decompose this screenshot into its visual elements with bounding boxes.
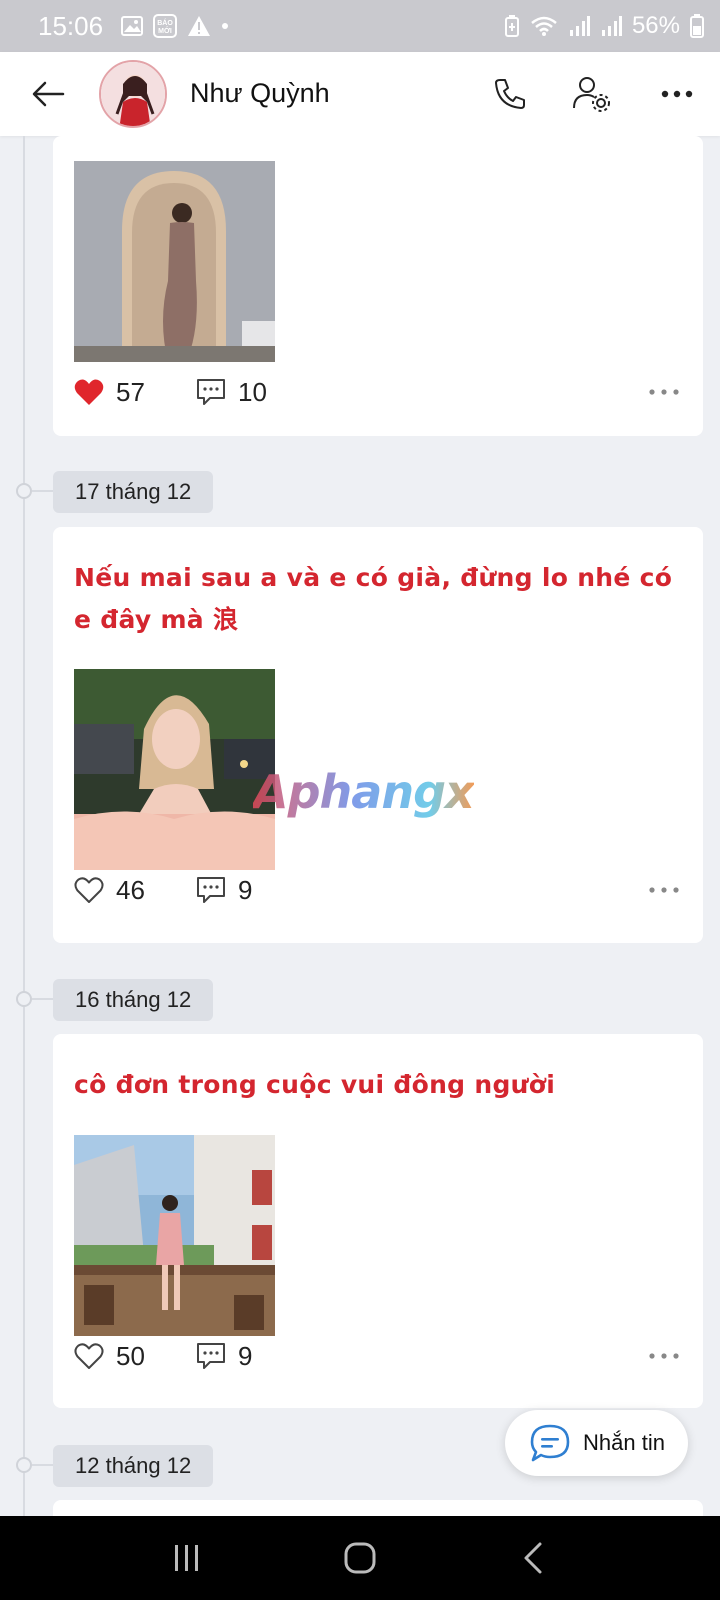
timeline-connector xyxy=(32,1464,54,1466)
post-more-button[interactable] xyxy=(644,377,684,407)
home-icon xyxy=(344,1542,376,1574)
post-actions: 57 10 xyxy=(74,372,684,412)
signal-icon-2 xyxy=(600,15,622,37)
timeline-line xyxy=(23,136,25,1516)
timeline-connector xyxy=(32,490,54,492)
like-button[interactable]: 57 xyxy=(74,377,196,408)
post-card-partial xyxy=(53,1500,703,1516)
comment-button[interactable]: 10 xyxy=(196,377,267,408)
call-button[interactable] xyxy=(488,72,532,116)
comment-button[interactable]: 9 xyxy=(196,875,252,906)
back-arrow-icon xyxy=(32,81,65,107)
more-horizontal-icon xyxy=(649,887,679,893)
watermark: Aphangx xyxy=(253,765,475,819)
timeline-dot xyxy=(16,1457,32,1473)
post-more-button[interactable] xyxy=(644,875,684,905)
back-button[interactable] xyxy=(28,74,68,114)
like-count: 50 xyxy=(116,1340,145,1371)
post-more-button[interactable] xyxy=(644,1341,684,1371)
battery-icon xyxy=(690,14,704,38)
like-count: 46 xyxy=(116,874,145,905)
post-card: 57 10 xyxy=(53,136,703,436)
heart-outline-icon xyxy=(74,1343,104,1369)
heart-filled-icon xyxy=(74,379,104,405)
gallery-icon xyxy=(121,16,144,36)
chat-bubble-icon xyxy=(530,1424,570,1462)
comment-icon xyxy=(197,379,225,405)
post-photo[interactable] xyxy=(74,669,275,870)
profile-name[interactable]: Như Quỳnh xyxy=(190,78,330,109)
avatar[interactable] xyxy=(99,60,167,128)
wifi-icon xyxy=(530,15,558,37)
baomoi-icon: BÁO MỚI xyxy=(153,14,178,38)
status-time: 15:06 xyxy=(38,10,104,41)
like-count: 57 xyxy=(116,376,145,407)
system-nav-bar xyxy=(0,1516,720,1600)
timeline-dot xyxy=(16,483,32,499)
phone-icon xyxy=(495,79,525,109)
post-actions: 50 9 xyxy=(74,1336,684,1376)
baomoi-line1: BÁO xyxy=(157,18,173,27)
post-actions: 46 9 xyxy=(74,870,684,910)
more-horizontal-icon xyxy=(661,90,693,98)
chevron-left-icon xyxy=(524,1542,542,1574)
date-badge: 17 tháng 12 xyxy=(53,471,214,513)
post-photo[interactable] xyxy=(74,161,275,362)
more-horizontal-icon xyxy=(649,1353,679,1359)
more-options-button[interactable] xyxy=(655,72,699,116)
like-button[interactable]: 46 xyxy=(74,875,196,906)
battery-percent: 56% xyxy=(631,12,680,39)
post-card: cô đơn trong cuộc vui đông người 50 9 xyxy=(53,1034,703,1408)
timeline-connector xyxy=(32,998,54,1000)
app-header: Như Quỳnh xyxy=(0,52,720,136)
user-settings-icon xyxy=(573,77,610,112)
baomoi-line2: MỚI xyxy=(158,26,172,35)
comment-count: 9 xyxy=(238,874,253,905)
recent-apps-icon xyxy=(174,1545,198,1571)
signal-icon-1 xyxy=(568,15,590,37)
timeline-dot xyxy=(16,991,32,1007)
heart-outline-icon xyxy=(74,877,104,903)
system-back-button[interactable] xyxy=(503,1533,563,1583)
comment-icon xyxy=(197,1343,225,1369)
home-button[interactable] xyxy=(330,1533,390,1583)
profile-settings-button[interactable] xyxy=(570,72,614,116)
comment-count: 9 xyxy=(238,1340,253,1371)
dot-icon xyxy=(221,22,229,30)
date-badge: 12 tháng 12 xyxy=(53,1445,214,1487)
battery-saver-icon xyxy=(504,15,520,37)
post-text: Nếu mai sau a và e có già, đừng lo nhé c… xyxy=(74,563,673,634)
like-button[interactable]: 50 xyxy=(74,1341,196,1372)
comment-icon xyxy=(197,877,225,903)
post-text: cô đơn trong cuộc vui đông người xyxy=(74,1070,556,1099)
comment-count: 10 xyxy=(238,376,267,407)
recent-apps-button[interactable] xyxy=(157,1533,217,1583)
warning-icon xyxy=(187,15,211,37)
send-message-label: Nhắn tin xyxy=(583,1430,665,1455)
more-horizontal-icon xyxy=(649,389,679,395)
post-photo[interactable] xyxy=(74,1135,275,1336)
date-badge: 16 tháng 12 xyxy=(53,979,214,1021)
post-card: Nếu mai sau a và e có già, đừng lo nhé c… xyxy=(53,527,703,943)
status-bar: 15:06 BÁO MỚI 56% xyxy=(0,0,720,52)
comment-button[interactable]: 9 xyxy=(196,1341,252,1372)
send-message-button[interactable]: Nhắn tin xyxy=(505,1410,688,1476)
